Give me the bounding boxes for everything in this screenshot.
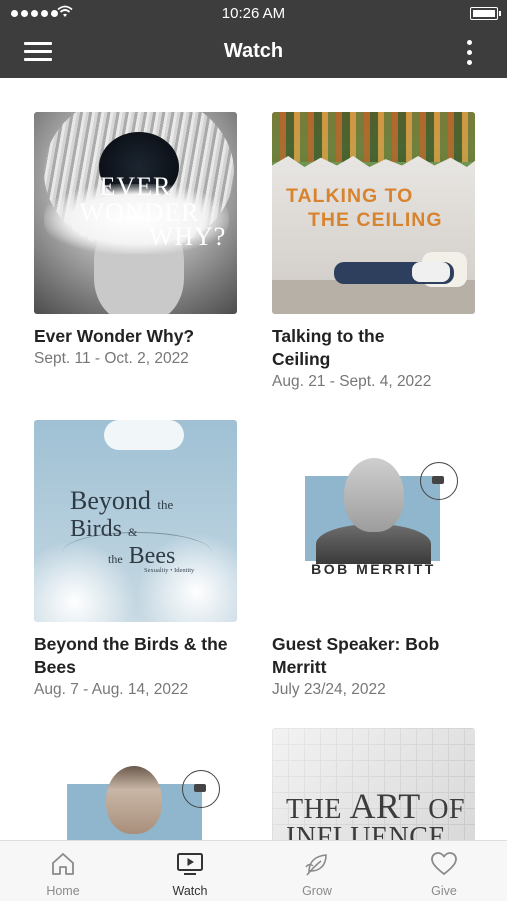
art-text: THE bbox=[286, 794, 342, 825]
status-bar: 10:26 AM bbox=[0, 0, 507, 26]
series-card-guest-speaker[interactable] bbox=[34, 728, 238, 840]
art-text: OF bbox=[428, 794, 466, 825]
series-thumbnail: TALKING TO THE CEILING bbox=[272, 112, 475, 314]
tab-grow[interactable]: Grow bbox=[254, 841, 380, 901]
series-title: Beyond the Birds & the Bees bbox=[34, 634, 228, 677]
series-title: Guest Speaker: Bob Merritt bbox=[272, 634, 440, 677]
series-card-guest-speaker-bob-merritt[interactable]: BOB MERRITT Guest Speaker: Bob Merritt J… bbox=[272, 420, 476, 701]
art-text: & bbox=[128, 525, 138, 539]
art-text: ART bbox=[349, 786, 421, 826]
art-text: INFLUENCE bbox=[286, 822, 447, 841]
battery-icon bbox=[470, 7, 501, 20]
series-card-talking-to-the-ceiling[interactable]: TALKING TO THE CEILING Talking to the Ce… bbox=[272, 112, 476, 393]
series-thumbnail: Beyond the Birds & the Bees Sexuality • … bbox=[34, 420, 237, 622]
tab-home[interactable]: Home bbox=[0, 841, 126, 901]
series-thumbnail: THE ART OF INFLUENCE bbox=[272, 728, 475, 840]
art-text: Bees bbox=[128, 543, 176, 569]
art-text: Beyond bbox=[70, 486, 151, 515]
tab-give[interactable]: Give bbox=[381, 841, 507, 901]
speaker-photo bbox=[106, 766, 162, 834]
series-date: Aug. 21 - Sept. 4, 2022 bbox=[272, 373, 432, 390]
tab-watch[interactable]: Watch bbox=[127, 841, 253, 901]
tab-label: Give bbox=[431, 884, 457, 898]
art-text: the bbox=[157, 497, 174, 512]
tab-label: Home bbox=[46, 884, 80, 898]
art-text: EVER bbox=[99, 172, 172, 201]
guest-speaker-seal-icon bbox=[182, 770, 220, 808]
series-grid: EVER WONDER WHY? Ever Wonder Why? Sept. … bbox=[0, 78, 507, 840]
series-date: Sept. 11 - Oct. 2, 2022 bbox=[34, 350, 189, 367]
more-options-icon[interactable] bbox=[461, 40, 477, 66]
tab-bar: Home Watch Grow Give bbox=[0, 840, 507, 901]
art-text: Birds bbox=[70, 516, 123, 542]
series-card-ever-wonder-why[interactable]: EVER WONDER WHY? Ever Wonder Why? Sept. … bbox=[34, 112, 238, 370]
speaker-photo bbox=[344, 458, 404, 532]
series-title: Talking to the Ceiling bbox=[272, 326, 385, 369]
series-card-the-art-of-influence[interactable]: THE ART OF INFLUENCE bbox=[272, 728, 476, 840]
series-date: Aug. 7 - Aug. 14, 2022 bbox=[34, 681, 189, 698]
leaf-icon bbox=[305, 854, 327, 876]
series-card-beyond-the-birds-and-the-bees[interactable]: Beyond the Birds & the Bees Sexuality • … bbox=[34, 420, 238, 701]
art-text: WHY? bbox=[148, 222, 227, 251]
top-bar: 10:26 AM Watch bbox=[0, 0, 507, 78]
speaker-name: BOB MERRITT bbox=[311, 561, 436, 577]
series-thumbnail: EVER WONDER WHY? bbox=[34, 112, 237, 314]
series-thumbnail bbox=[34, 728, 237, 840]
art-subtitle: Sexuality • Identity bbox=[144, 567, 195, 574]
status-time: 10:26 AM bbox=[221, 5, 286, 22]
art-text: THE CEILING bbox=[308, 209, 443, 231]
tab-label: Grow bbox=[302, 884, 332, 898]
series-thumbnail: BOB MERRITT bbox=[272, 420, 475, 622]
home-icon bbox=[52, 853, 74, 875]
art-text: the bbox=[108, 552, 123, 566]
tab-label: Watch bbox=[172, 884, 208, 898]
heart-icon bbox=[431, 852, 457, 875]
tv-play-icon bbox=[177, 853, 203, 875]
guest-speaker-seal-icon bbox=[420, 462, 458, 500]
art-text: TALKING TO bbox=[286, 185, 414, 207]
page-title: Watch bbox=[223, 40, 284, 62]
series-title: Ever Wonder Why? bbox=[34, 326, 195, 346]
series-date: July 23/24, 2022 bbox=[272, 681, 386, 698]
